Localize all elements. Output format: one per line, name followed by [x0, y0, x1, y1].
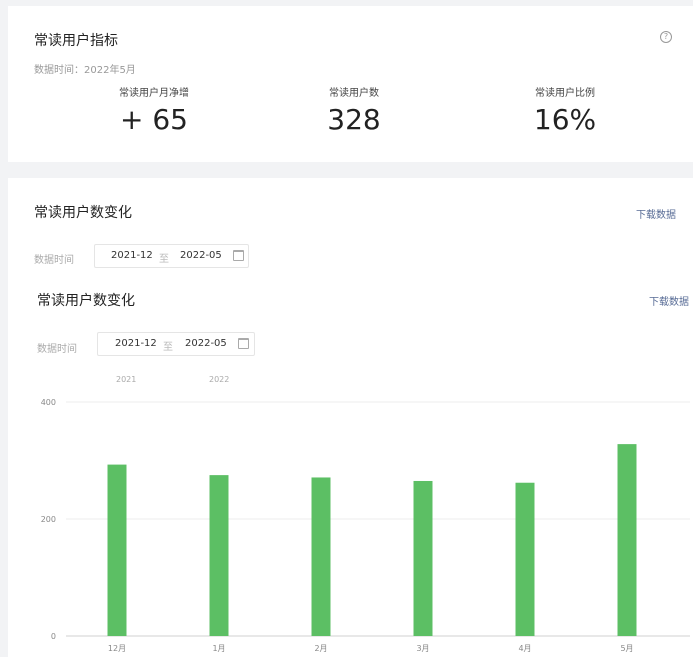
chart-range-end[interactable]: 2022-05	[185, 338, 227, 349]
data-time: 数据时间：2022年5月	[34, 65, 136, 76]
range-end[interactable]: 2022-05	[180, 250, 222, 261]
x-tick-label: 5月	[620, 644, 633, 653]
bar[interactable]	[515, 482, 535, 636]
x-tick-label: 3月	[416, 644, 429, 653]
change-title: 常读用户数变化	[34, 205, 132, 221]
metrics-title: 常读用户指标	[34, 33, 118, 49]
bar[interactable]	[413, 480, 433, 636]
help-icon[interactable]: ?	[660, 31, 672, 43]
x-tick-label: 4月	[518, 644, 531, 653]
chart-range-to: 至	[163, 342, 173, 353]
y-tick-label: 0	[51, 632, 56, 641]
range-to: 至	[159, 254, 169, 265]
chart-date-range-picker[interactable]: 2021-12 至 2022-05	[97, 332, 255, 356]
metric-readers: 常读用户数 328	[254, 84, 454, 136]
data-time-label: 数据时间	[34, 255, 74, 266]
bar[interactable]	[617, 444, 637, 636]
chart-range-start[interactable]: 2021-12	[115, 338, 157, 349]
bar[interactable]	[311, 477, 331, 636]
x-tick-label: 12月	[108, 644, 126, 653]
metric-label: 常读用户数	[329, 88, 379, 99]
calendar-icon[interactable]	[233, 250, 244, 261]
metrics-card: 常读用户指标 ? 数据时间：2022年5月 常读用户月净增 + 65 常读用户数…	[8, 6, 693, 162]
calendar-icon[interactable]	[238, 338, 249, 349]
metric-ratio: 常读用户比例 16%	[465, 84, 665, 136]
metric-value: 328	[327, 103, 381, 136]
x-tick-label: 1月	[212, 644, 225, 653]
download-button[interactable]: 下载数据	[636, 206, 676, 221]
bar[interactable]	[209, 475, 229, 636]
year-label-2022: 2022	[209, 375, 229, 384]
metric-value: 16%	[533, 103, 597, 136]
x-tick-label: 2月	[314, 644, 327, 653]
change-card: 常读用户数变化 下载数据 数据时间 2021-12 至 2022-05 常读用户…	[8, 178, 693, 657]
bar[interactable]	[107, 464, 127, 636]
year-label-2021: 2021	[116, 375, 136, 384]
chart-data-time-label: 数据时间	[37, 344, 77, 355]
y-tick-label: 400	[41, 398, 56, 407]
range-start[interactable]: 2021-12	[111, 250, 153, 261]
metric-net-increase: 常读用户月净增 + 65	[54, 84, 254, 136]
y-tick-label: 200	[41, 515, 56, 524]
metric-value: + 65	[120, 103, 188, 136]
chart-download-button[interactable]: 下载数据	[649, 293, 689, 308]
chart-title: 常读用户数变化	[37, 293, 135, 309]
date-range-picker[interactable]: 2021-12 至 2022-05	[94, 244, 249, 268]
metric-label: 常读用户比例	[535, 88, 595, 99]
bar-chart: 2021 2022 0 200 400 12月 1月 2月 3月 4月 5月	[41, 375, 690, 653]
metric-label: 常读用户月净增	[119, 88, 189, 99]
